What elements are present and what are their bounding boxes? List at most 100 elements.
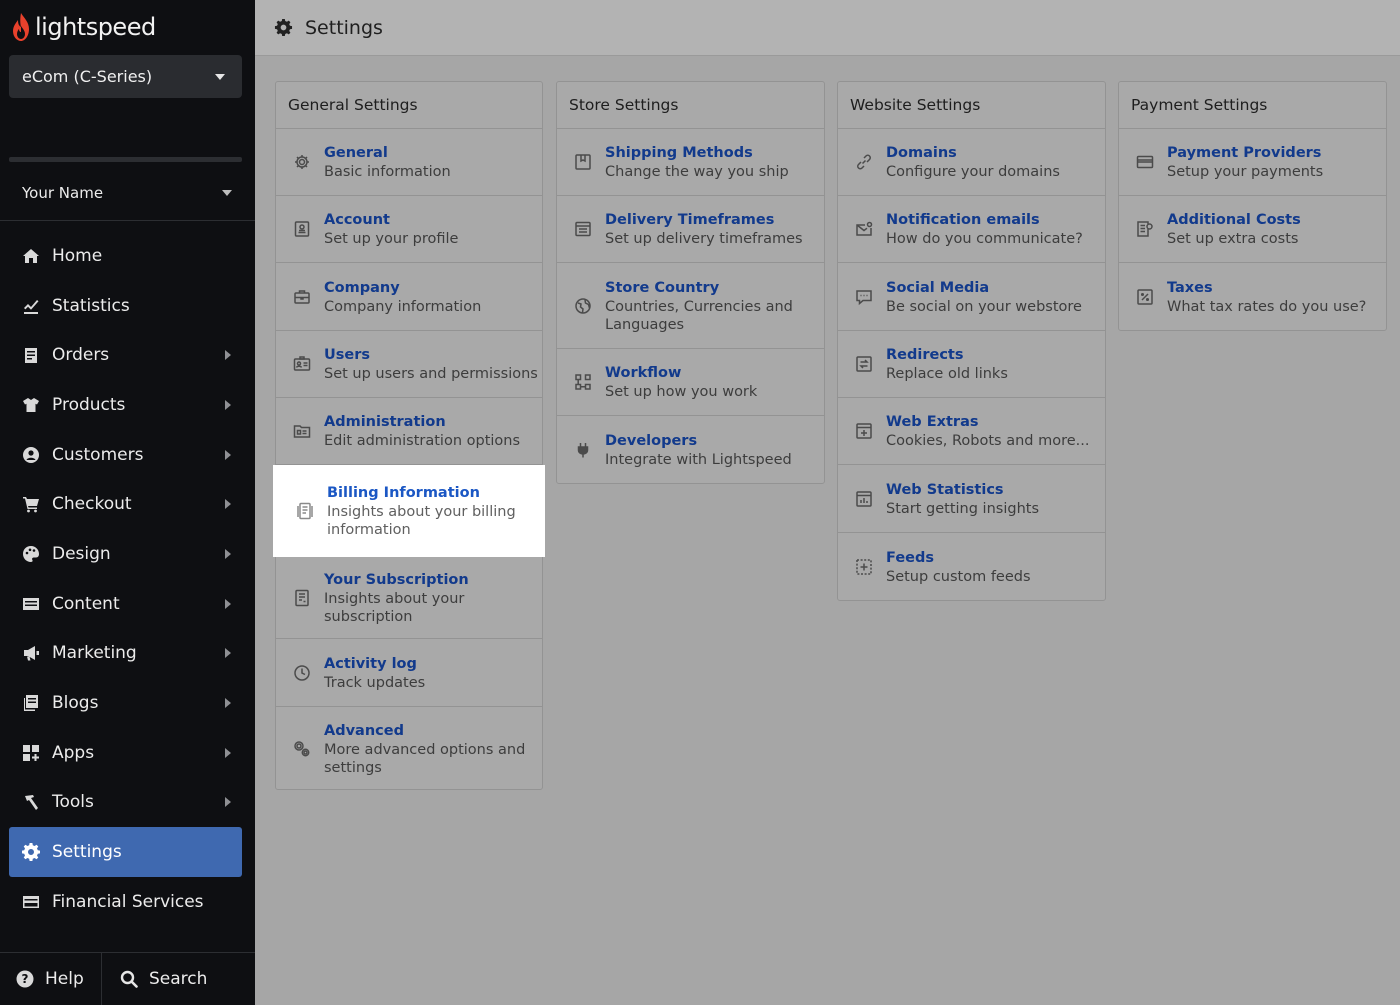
settings-item-additional-costs[interactable]: Additional Costs Set up extra costs	[1119, 196, 1386, 263]
item-title: Payment Providers	[1167, 145, 1322, 161]
item-description: Cookies, Robots and more...	[886, 433, 1090, 449]
sidebar-item-label: Checkout	[52, 494, 132, 515]
search-label: Search	[149, 969, 208, 989]
help-button[interactable]: ? Help	[0, 953, 102, 1005]
megaphone-icon	[22, 644, 40, 662]
sidebar-item-financial-services[interactable]: Financial Services	[0, 877, 255, 927]
settings-item-general[interactable]: General Basic information	[276, 129, 542, 196]
item-title: Additional Costs	[1167, 212, 1301, 228]
settings-item-advanced[interactable]: Advanced More advanced options and setti…	[276, 707, 542, 791]
item-description: Be social on your webstore	[886, 298, 1082, 315]
hammer-icon	[22, 793, 40, 811]
store-selector[interactable]: eCom (C-Series)	[9, 55, 242, 98]
item-title: Domains	[886, 145, 957, 161]
sidebar-item-label: Customers	[52, 444, 144, 465]
sidebar-item-apps[interactable]: Apps	[0, 728, 255, 778]
settings-item-developers[interactable]: Developers Integrate with Lightspeed	[557, 416, 824, 483]
settings-item-redirects[interactable]: Redirects Replace old links	[838, 331, 1105, 398]
settings-item-shipping-methods[interactable]: Shipping Methods Change the way you ship	[557, 129, 824, 196]
chevron-right-icon	[225, 747, 231, 758]
settings-item-account[interactable]: Account Set up your profile	[276, 196, 542, 263]
item-description: Edit administration options	[324, 433, 521, 449]
sidebar-item-customers[interactable]: Customers	[0, 430, 255, 480]
item-title: Workflow	[605, 365, 682, 381]
item-description: Set up users and permissions	[324, 366, 538, 382]
percent-icon	[1136, 288, 1154, 306]
chevron-right-icon	[225, 449, 231, 460]
sidebar-item-marketing[interactable]: Marketing	[0, 629, 255, 679]
item-description: Setup your payments	[1167, 164, 1324, 180]
website-settings-panel: Website Settings Domains Configure your …	[837, 81, 1106, 601]
user-menu[interactable]: Your Name	[0, 165, 255, 221]
credit-card-icon	[1136, 153, 1154, 171]
item-title: Taxes	[1167, 279, 1213, 296]
gear-icon	[274, 18, 293, 37]
item-description: Integrate with Lightspeed	[605, 451, 792, 468]
settings-item-feeds[interactable]: Feeds Setup custom feeds	[838, 533, 1105, 600]
sidebar-nav: Home Statistics Orders Products Customer…	[0, 231, 255, 927]
subscription-icon	[293, 589, 311, 607]
lightspeed-logo[interactable]: lightspeed	[10, 12, 156, 42]
item-description: Change the way you ship	[605, 164, 789, 180]
gear-icon	[22, 843, 40, 862]
sidebar-item-blogs[interactable]: Blogs	[0, 678, 255, 728]
globe-icon	[574, 297, 592, 315]
settings-item-billing-information[interactable]: Billing Information Insights about your …	[273, 465, 545, 557]
item-title: Notification emails	[886, 212, 1040, 228]
chevron-right-icon	[225, 598, 231, 609]
blogs-icon	[22, 694, 40, 712]
item-title: Advanced	[324, 723, 404, 739]
settings-item-web-extras[interactable]: Web Extras Cookies, Robots and more...	[838, 398, 1105, 465]
settings-item-domains[interactable]: Domains Configure your domains	[838, 129, 1105, 196]
help-icon: ?	[16, 970, 34, 988]
chart-icon	[855, 490, 873, 508]
settings-item-delivery-timeframes[interactable]: Delivery Timeframes Set up delivery time…	[557, 196, 824, 263]
svg-text:?: ?	[22, 972, 29, 986]
sidebar-item-label: Products	[52, 394, 126, 415]
settings-item-web-statistics[interactable]: Web Statistics Start getting insights	[838, 465, 1105, 533]
item-title: Feeds	[886, 549, 934, 566]
sidebar-item-checkout[interactable]: Checkout	[0, 479, 255, 529]
item-description: Setup custom feeds	[886, 568, 1031, 585]
settings-item-administration[interactable]: Administration Edit administration optio…	[276, 398, 542, 465]
sidebar-item-content[interactable]: Content	[0, 579, 255, 629]
cart-icon	[22, 495, 40, 513]
workflow-icon	[574, 373, 592, 391]
sidebar-item-design[interactable]: Design	[0, 529, 255, 579]
account-icon	[293, 220, 311, 238]
sidebar-item-orders[interactable]: Orders	[0, 330, 255, 380]
brand-name: lightspeed	[35, 13, 156, 41]
customers-icon	[22, 446, 40, 464]
settings-item-store-country[interactable]: Store Country Countries, Currencies and …	[557, 263, 824, 349]
user-name: Your Name	[22, 183, 104, 202]
settings-item-company[interactable]: Company Company information	[276, 263, 542, 331]
briefcase-icon	[293, 288, 311, 306]
settings-item-activity-log[interactable]: Activity log Track updates	[276, 639, 542, 707]
sidebar-item-label: Content	[52, 593, 120, 614]
sidebar-item-tools[interactable]: Tools	[0, 778, 255, 828]
settings-item-taxes[interactable]: Taxes What tax rates do you use?	[1119, 263, 1386, 330]
settings-item-users[interactable]: Users Set up users and permissions	[276, 331, 542, 398]
item-title: Developers	[605, 432, 698, 449]
sidebar-item-products[interactable]: Products	[0, 380, 255, 430]
sidebar-item-home[interactable]: Home	[0, 231, 255, 281]
settings-item-workflow[interactable]: Workflow Set up how you work	[557, 349, 824, 416]
settings-item-your-subscription[interactable]: Your Subscription Insights about your su…	[276, 557, 542, 639]
gears-icon	[293, 740, 311, 758]
item-title: Your Subscription	[324, 571, 469, 588]
feeds-icon	[855, 558, 873, 576]
help-label: Help	[45, 969, 84, 989]
sidebar-item-label: Apps	[52, 742, 95, 763]
settings-item-payment-providers[interactable]: Payment Providers Setup your payments	[1119, 129, 1386, 196]
sidebar-item-statistics[interactable]: Statistics	[0, 281, 255, 331]
apps-icon	[22, 744, 40, 762]
settings-item-notification-emails[interactable]: Notification emails How do you communica…	[838, 196, 1105, 263]
sidebar-item-settings[interactable]: Settings	[9, 827, 242, 877]
settings-item-social-media[interactable]: Social Media Be social on your webstore	[838, 263, 1105, 331]
costs-icon	[1136, 220, 1154, 238]
sidebar-item-label: Marketing	[52, 643, 137, 664]
general-settings-panel: General Settings General Basic informati…	[273, 81, 545, 791]
search-button[interactable]: Search	[102, 953, 207, 1005]
payment-settings-panel: Payment Settings Payment Providers Setup…	[1118, 81, 1387, 331]
gear-icon	[293, 153, 311, 171]
